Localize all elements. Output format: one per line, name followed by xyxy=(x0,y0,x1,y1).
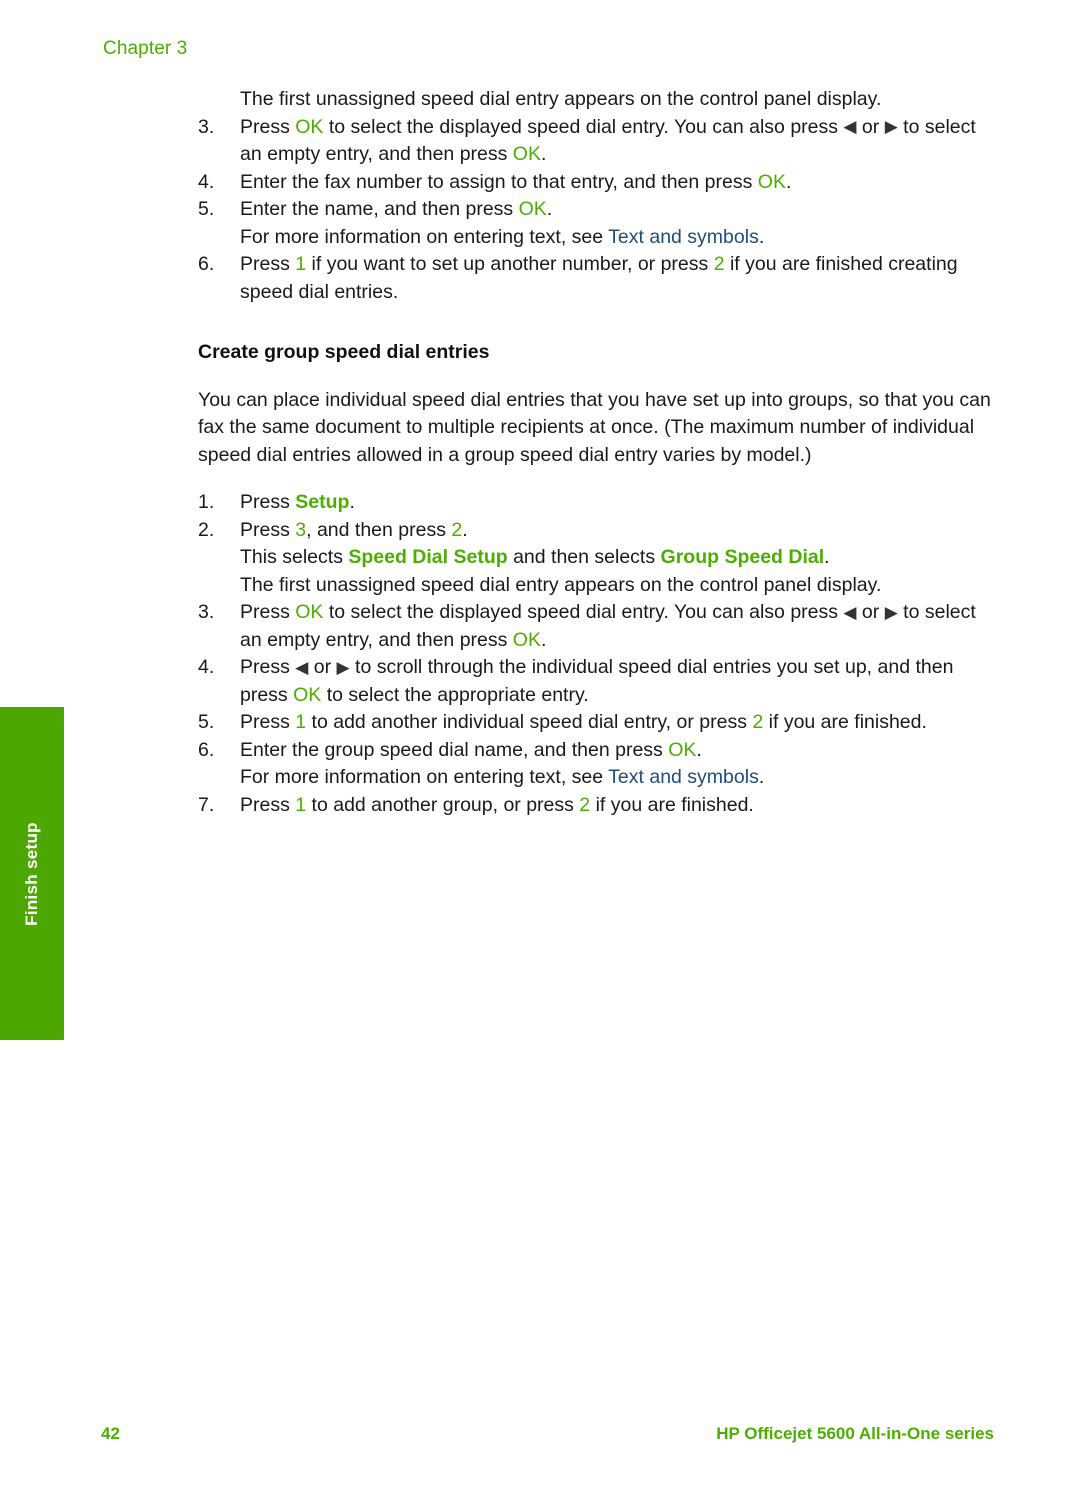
left-arrow-icon: ◀ xyxy=(843,602,857,622)
intro-gap xyxy=(198,469,998,489)
list-item: 6. Enter the group speed dial name, and t… xyxy=(198,737,998,792)
section-one-intro: The first unassigned speed dial entry ap… xyxy=(240,88,882,110)
list-item-text: Press 1 to add another individual speed … xyxy=(240,711,927,733)
emphasis-text: 2 xyxy=(451,518,463,541)
list-item-text: Press 3, and then press 2. xyxy=(240,518,468,541)
emphasis-text: Setup xyxy=(295,491,350,513)
list-item-subtext: For more information on entering text, s… xyxy=(240,766,765,788)
emphasis-text: 2 xyxy=(752,711,764,733)
list-item-text: Press OK to select the displayed speed d… xyxy=(240,601,976,651)
list-item-number: 5. xyxy=(198,711,215,733)
list-item-text: Press 1 to add another group, or press 2… xyxy=(240,793,754,816)
right-arrow-icon: ▶ xyxy=(336,657,350,677)
chapter-header: Chapter 3 xyxy=(103,38,188,59)
list-item: 3. Press OK to select the displayed speed… xyxy=(198,114,998,169)
list-item-text: Press Setup. xyxy=(240,491,355,513)
page-content: The first unassigned speed dial entry ap… xyxy=(198,86,998,819)
list-item: 4. Enter the fax number to assign to that… xyxy=(198,169,998,197)
page-footer: 42 HP Officejet 5600 All-in-One series xyxy=(0,1424,1080,1450)
emphasis-text: OK xyxy=(295,601,324,623)
list-item-text: Press ◀ or ▶ to scroll through the indiv… xyxy=(240,656,954,706)
list-item-text: Press 1 if you want to set up another nu… xyxy=(240,253,958,303)
section-two-steps: 1. Press Setup. 2. Press 3, and then press … xyxy=(198,489,998,819)
heading-gap xyxy=(198,367,998,387)
inline-link[interactable]: Text and symbols xyxy=(608,766,759,788)
list-item-subtext: The first unassigned speed dial entry ap… xyxy=(240,573,882,596)
list-item-number: 4. xyxy=(198,170,215,193)
list-item-number: 3. xyxy=(198,601,215,623)
list-item-number: 2. xyxy=(198,518,215,541)
list-item-number: 6. xyxy=(198,738,215,761)
list-item: 5. Enter the name, and then press OK. For … xyxy=(198,196,998,251)
emphasis-text: OK xyxy=(293,683,322,706)
list-item: 3. Press OK to select the displayed speed… xyxy=(198,599,998,654)
emphasis-text: Group Speed Dial xyxy=(660,546,825,568)
section-one-steps: 3. Press OK to select the displayed speed… xyxy=(198,114,998,307)
emphasis-text: 2 xyxy=(579,793,591,816)
list-item-subtext: This selects Speed Dial Setup and then s… xyxy=(240,546,830,568)
list-item-text: Enter the fax number to assign to that e… xyxy=(240,170,792,193)
list-item: 7. Press 1 to add another group, or press… xyxy=(198,792,998,820)
emphasis-text: 3 xyxy=(295,518,307,541)
list-item: 1. Press Setup. xyxy=(198,489,998,517)
emphasis-text: OK xyxy=(512,628,541,651)
list-item-number: 4. xyxy=(198,656,215,678)
emphasis-text: OK xyxy=(668,738,697,761)
right-arrow-icon: ▶ xyxy=(884,602,898,622)
list-item-number: 6. xyxy=(198,253,215,275)
emphasis-text: 1 xyxy=(295,711,307,733)
section-two-intro: You can place individual speed dial entr… xyxy=(198,388,991,466)
left-arrow-icon: ◀ xyxy=(295,657,309,677)
list-item-number: 3. xyxy=(198,115,215,138)
inline-link[interactable]: Text and symbols xyxy=(608,226,759,248)
list-item: 4. Press ◀ or ▶ to scroll through the ind… xyxy=(198,654,998,709)
emphasis-text: 2 xyxy=(713,253,725,275)
left-arrow-icon: ◀ xyxy=(843,117,857,136)
list-item-number: 7. xyxy=(198,793,215,816)
right-arrow-icon: ▶ xyxy=(884,117,898,136)
emphasis-text: 1 xyxy=(295,253,307,275)
emphasis-text: 1 xyxy=(295,793,307,816)
emphasis-text: OK xyxy=(512,143,541,165)
emphasis-text: OK xyxy=(757,170,786,193)
list-item-text: Enter the group speed dial name, and the… xyxy=(240,738,702,761)
list-item-text: Enter the name, and then press OK. xyxy=(240,198,553,220)
footer-page-number: 42 xyxy=(101,1424,120,1443)
list-item-number: 5. xyxy=(198,198,215,220)
list-item-text: Press OK to select the displayed speed d… xyxy=(240,115,976,166)
side-tab-finish-setup: Finish setup xyxy=(0,707,64,1040)
list-item-number: 1. xyxy=(198,491,215,513)
document-page: Chapter 3 Finish setup The first unassig… xyxy=(0,0,1080,1495)
footer-product-name: HP Officejet 5600 All-in-One series xyxy=(716,1424,994,1443)
emphasis-text: OK xyxy=(295,115,324,138)
section-heading-create-group-speed-dial: Create group speed dial entries xyxy=(198,341,490,363)
emphasis-text: Speed Dial Setup xyxy=(348,546,508,568)
list-item-subtext: For more information on entering text, s… xyxy=(240,225,765,248)
emphasis-text: OK xyxy=(518,198,547,220)
list-item: 2. Press 3, and then press 2. This selects… xyxy=(198,517,998,600)
side-tab-label: Finish setup xyxy=(22,821,41,926)
list-item: 5. Press 1 to add another individual spee… xyxy=(198,709,998,737)
list-item: 6. Press 1 if you want to set up another … xyxy=(198,251,998,306)
